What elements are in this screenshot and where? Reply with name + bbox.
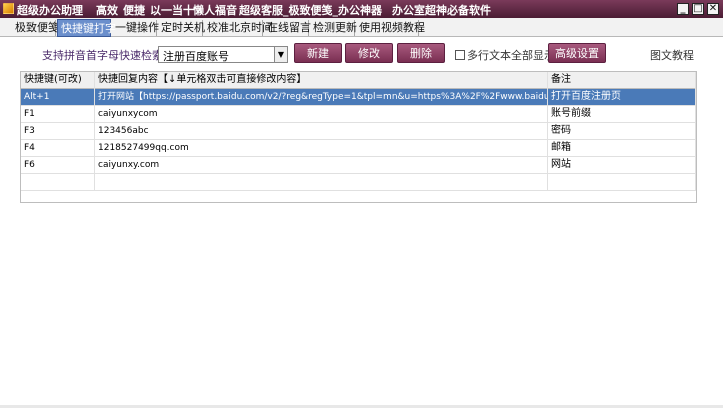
tab-sticky-notes[interactable]: 极致便笺 xyxy=(12,20,59,36)
cell-hotkey[interactable]: F4 xyxy=(21,140,95,157)
table-row[interactable]: F1 caiyunxycom 账号前缀 xyxy=(21,106,696,123)
advanced-settings-button[interactable]: 高级设置 xyxy=(548,43,606,63)
cell-hotkey[interactable]: F3 xyxy=(21,123,95,140)
empty-content-area xyxy=(0,203,723,408)
cell-content[interactable]: 打开网站【https://passport.baidu.com/v2/?reg&… xyxy=(95,89,548,106)
cell-content[interactable]: 123456abc xyxy=(95,123,548,140)
chevron-down-icon[interactable]: ▼ xyxy=(274,47,287,62)
cell-content[interactable]: caiyunxy.com xyxy=(95,157,548,174)
hotkey-table: 快捷键(可改) 快捷回复内容【↓单元格双击可直接修改内容】 备注 Alt+1 打… xyxy=(20,71,697,203)
close-button[interactable]: ✕ xyxy=(707,3,719,15)
combo-value: 注册百度账号 xyxy=(163,50,229,63)
menu-item-one-for-ten[interactable]: 以一当十 xyxy=(150,2,194,18)
cell-content[interactable]: caiyunxycom xyxy=(95,106,548,123)
cell-hotkey[interactable]: F1 xyxy=(21,106,95,123)
edit-button[interactable]: 修改 xyxy=(345,43,393,63)
multiline-checkbox[interactable] xyxy=(455,50,465,60)
header-note[interactable]: 备注 xyxy=(548,72,696,89)
maximize-button[interactable]: □ xyxy=(692,3,704,15)
delete-button[interactable]: 删除 xyxy=(397,43,445,63)
tab-check-update[interactable]: 检测更新 xyxy=(310,20,357,36)
table-row[interactable]: F4 1218527499qq.com 邮箱 xyxy=(21,140,696,157)
table-row[interactable] xyxy=(21,174,696,191)
cell-note[interactable]: 打开百度注册页 xyxy=(548,89,696,106)
cell-note[interactable]: 账号前缀 xyxy=(548,106,696,123)
search-hint: 支持拼音首字母快速检索→ xyxy=(42,49,173,62)
table-row[interactable]: F3 123456abc 密码 xyxy=(21,123,696,140)
cell-content[interactable]: 1218527499qq.com xyxy=(95,140,548,157)
menu-item-convenient[interactable]: 便捷 xyxy=(123,2,145,18)
app-title: 超级办公助理 xyxy=(17,4,83,17)
cell-note[interactable]: 网站 xyxy=(548,157,696,174)
cell-content[interactable] xyxy=(95,174,548,191)
new-button[interactable]: 新建 xyxy=(294,43,342,63)
minimize-button[interactable]: _ xyxy=(677,3,689,15)
title-bar: 超级办公助理 高效 便捷 以一当十 懒人福音 超级客服_极致便笺_办公神器 办公… xyxy=(0,0,723,18)
search-combo[interactable]: 注册百度账号 ▼ xyxy=(158,46,288,63)
tab-video-tutorial[interactable]: 使用视频教程 xyxy=(356,20,425,36)
header-hotkey[interactable]: 快捷键(可改) xyxy=(21,72,95,89)
table-row[interactable]: Alt+1 打开网站【https://passport.baidu.com/v2… xyxy=(21,89,696,106)
cell-note[interactable]: 邮箱 xyxy=(548,140,696,157)
table-row[interactable]: F6 caiyunxy.com 网站 xyxy=(21,157,696,174)
multiline-label: 多行文本全部显示 xyxy=(467,49,555,62)
app-icon xyxy=(3,3,14,14)
toolbar: 支持拼音首字母快速检索→ 注册百度账号 ▼ 新建 修改 删除 多行文本全部显示 … xyxy=(0,37,723,69)
menu-item-super-service[interactable]: 超级客服_极致便笺_办公神器 xyxy=(239,2,382,18)
tab-strip: 极致便笺 快捷键打字 一键操作 定时关机 校准北京时间 在线留言 检测更新 使用… xyxy=(0,18,723,37)
tab-message[interactable]: 在线留言 xyxy=(264,20,311,36)
cell-note[interactable] xyxy=(548,174,696,191)
cell-hotkey[interactable]: F6 xyxy=(21,157,95,174)
menu-item-office-essential[interactable]: 办公室超神必备软件 xyxy=(392,2,491,18)
menu-item-lazy-gospel[interactable]: 懒人福音 xyxy=(193,2,237,18)
cell-note[interactable]: 密码 xyxy=(548,123,696,140)
tab-sync-time[interactable]: 校准北京时间 xyxy=(204,20,273,36)
cell-hotkey[interactable]: Alt+1 xyxy=(21,89,95,106)
tab-hotkey-typing[interactable]: 快捷键打字 xyxy=(57,19,116,37)
menu-item-efficient[interactable]: 高效 xyxy=(96,2,118,18)
help-tutorial-link[interactable]: 图文教程 xyxy=(650,47,694,63)
header-content[interactable]: 快捷回复内容【↓单元格双击可直接修改内容】 xyxy=(95,72,548,89)
tab-one-click[interactable]: 一键操作 xyxy=(112,20,159,36)
cell-hotkey[interactable] xyxy=(21,174,95,191)
tab-scheduled-shutdown[interactable]: 定时关机 xyxy=(158,20,205,36)
table-header: 快捷键(可改) 快捷回复内容【↓单元格双击可直接修改内容】 备注 xyxy=(21,72,696,89)
